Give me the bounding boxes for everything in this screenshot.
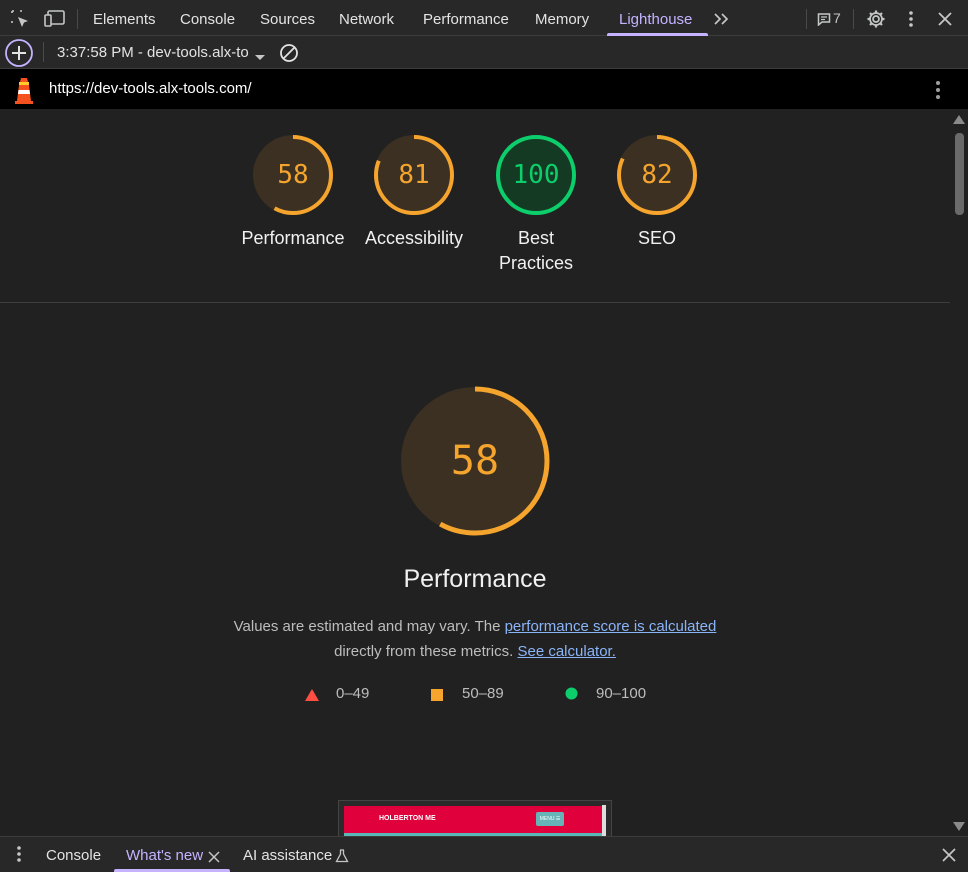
thumbnail-menu-button: MENU ☰ bbox=[536, 812, 564, 826]
toolbar-divider bbox=[806, 9, 807, 29]
close-whats-new-icon[interactable] bbox=[208, 850, 220, 868]
dropdown-arrow-icon[interactable] bbox=[255, 49, 265, 67]
devtools-tab-bar: Elements Console Sources Network Perform… bbox=[0, 0, 968, 36]
drawer-menu-icon[interactable] bbox=[11, 845, 27, 870]
tab-performance[interactable]: Performance bbox=[423, 0, 509, 36]
tab-sources[interactable]: Sources bbox=[260, 0, 315, 36]
report-url[interactable]: https://dev-tools.alx-tools.com/ bbox=[49, 80, 252, 97]
settings-icon[interactable] bbox=[865, 8, 887, 30]
performance-score-large: 58 bbox=[450, 438, 500, 484]
inspect-element-icon[interactable] bbox=[9, 8, 31, 30]
tab-elements[interactable]: Elements bbox=[93, 0, 156, 36]
close-icon[interactable] bbox=[934, 8, 956, 30]
score-value: 58 bbox=[277, 160, 309, 190]
drawer-tab-whats-new[interactable]: What's new bbox=[126, 837, 203, 872]
score-gauge-accessibility[interactable]: 81 bbox=[372, 133, 456, 217]
lighthouse-toolbar: 3:37:58 PM - dev-tools.alx-to bbox=[0, 36, 968, 69]
score-label: Performance bbox=[241, 228, 345, 248]
score-value: 81 bbox=[398, 160, 430, 190]
score-label: SEO bbox=[637, 228, 676, 248]
more-tabs-icon[interactable] bbox=[711, 8, 733, 30]
legend-average-range: 50–89 bbox=[462, 685, 504, 702]
average-square-icon bbox=[431, 688, 443, 706]
score-calculation-link[interactable]: performance score is calculated bbox=[505, 618, 717, 635]
lighthouse-report: 58 Performance 81 Accessibility 100 Best Pract… bbox=[0, 109, 950, 836]
section-divider bbox=[0, 302, 950, 303]
lighthouse-icon bbox=[12, 75, 36, 110]
legend-pass-range: 90–100 bbox=[596, 685, 647, 702]
scroll-up-arrow-icon[interactable] bbox=[953, 115, 965, 125]
toolbar-divider bbox=[77, 9, 78, 29]
see-calculator-link[interactable]: See calculator. bbox=[517, 643, 615, 660]
drawer-tab-ai-assistance[interactable]: AI assistance bbox=[243, 837, 332, 872]
score-gauge-performance[interactable]: 58 bbox=[251, 133, 335, 217]
score-gauge-seo[interactable]: 82 bbox=[615, 133, 699, 217]
tab-network[interactable]: Network bbox=[339, 0, 394, 36]
desc-text-1: Values are estimated and may vary. The bbox=[233, 618, 505, 635]
device-toolbar-icon[interactable] bbox=[43, 8, 65, 30]
tab-lighthouse[interactable]: Lighthouse bbox=[619, 0, 692, 36]
tab-console[interactable]: Console bbox=[180, 0, 235, 36]
score-label-line: Practices bbox=[498, 253, 574, 273]
new-report-icon[interactable] bbox=[4, 38, 34, 73]
performance-title: Performance bbox=[403, 565, 547, 593]
flask-icon bbox=[335, 849, 349, 868]
score-label: Best Practices bbox=[471, 226, 601, 276]
more-options-icon[interactable] bbox=[900, 8, 922, 30]
thumbnail-scrollbar bbox=[602, 805, 606, 836]
thumbnail-site-title: HOLBERTON ME bbox=[379, 815, 436, 822]
clear-icon[interactable] bbox=[279, 43, 299, 68]
more-vert-icon[interactable] bbox=[930, 79, 946, 106]
score-gauge-best-practices[interactable]: 100 bbox=[494, 133, 578, 217]
score-value: 82 bbox=[641, 160, 673, 190]
drawer-tab-bar: Console What's new AI assistance bbox=[0, 836, 968, 872]
fail-triangle-icon bbox=[305, 688, 319, 706]
close-drawer-icon[interactable] bbox=[942, 848, 956, 867]
thumbnail-header: HOLBERTON ME MENU ☰ bbox=[344, 806, 602, 833]
score-label: Accessibility bbox=[364, 228, 464, 248]
report-scrollbar[interactable] bbox=[950, 109, 968, 836]
score-value: 100 bbox=[512, 160, 560, 190]
report-url-bar: https://dev-tools.alx-tools.com/ bbox=[0, 69, 968, 109]
performance-description: Values are estimated and may vary. The p… bbox=[0, 614, 950, 664]
drawer-tab-console[interactable]: Console bbox=[46, 837, 101, 872]
tab-memory[interactable]: Memory bbox=[535, 0, 589, 36]
page-screenshot-thumbnail[interactable]: HOLBERTON ME MENU ☰ bbox=[338, 800, 612, 836]
issues-icon bbox=[817, 13, 831, 26]
toolbar-divider bbox=[853, 9, 854, 29]
scrollbar-thumb[interactable] bbox=[955, 133, 964, 215]
scroll-down-arrow-icon[interactable] bbox=[953, 821, 965, 831]
toolbar-divider bbox=[43, 42, 44, 62]
desc-text-2: directly from these metrics. bbox=[334, 643, 518, 660]
score-label-line: Best bbox=[517, 228, 555, 248]
performance-gauge-large: 58 bbox=[397, 383, 553, 539]
issues-count: 7 bbox=[833, 10, 841, 26]
legend-fail-range: 0–49 bbox=[336, 685, 370, 702]
pass-circle-icon bbox=[565, 687, 578, 705]
report-selector[interactable]: 3:37:58 PM - dev-tools.alx-to bbox=[57, 44, 249, 61]
